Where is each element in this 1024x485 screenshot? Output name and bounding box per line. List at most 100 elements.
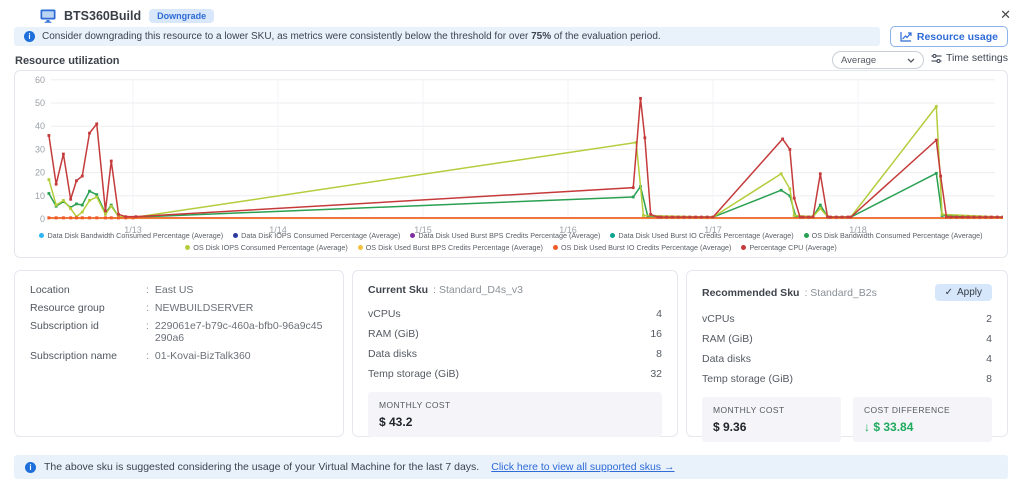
legend-dot-icon bbox=[610, 233, 616, 238]
detail-label: Subscription id bbox=[30, 320, 99, 332]
legend-label: Data Disk Bandwidth Consumed Percentage … bbox=[47, 231, 224, 240]
spec-value: 2 bbox=[986, 313, 992, 325]
detail-label: Location bbox=[30, 284, 70, 296]
legend-item[interactable]: OS Disk Used Burst IO Credits Percentage… bbox=[552, 243, 731, 252]
utilization-chart[interactable]: 01020304050601/13 1/14 1/15 1/16 1/17 1/18 bbox=[19, 75, 1003, 239]
chart-legend: Data Disk Bandwidth Consumed Percentage … bbox=[15, 231, 1007, 252]
spec-label: RAM (GiB) bbox=[702, 333, 753, 345]
recommended-sku-header: Recommended Sku : Standard_B2s ✓ Apply bbox=[702, 284, 992, 301]
legend-item[interactable]: OS Disk Bandwidth Consumed Percentage (A… bbox=[803, 231, 983, 240]
colon: : bbox=[146, 284, 149, 296]
cost-difference-box: COST DIFFERENCE ↓ $ 33.84 bbox=[853, 397, 992, 442]
monthly-cost-box: MONTHLY COST $ 9.36 bbox=[702, 397, 841, 442]
svg-text:60: 60 bbox=[35, 75, 45, 85]
view-supported-skus-link[interactable]: Click here to view all supported skus → bbox=[491, 461, 674, 473]
legend-dot-icon bbox=[39, 233, 45, 238]
apply-button[interactable]: ✓ Apply bbox=[934, 284, 992, 301]
detail-value: NEWBUILDSERVER bbox=[154, 302, 254, 314]
spec-value: 4 bbox=[986, 333, 992, 345]
close-icon[interactable]: ✕ bbox=[1000, 8, 1011, 21]
legend-item[interactable]: Data Disk Bandwidth Consumed Percentage … bbox=[39, 231, 223, 240]
detail-value: 01-Kovai-BizTalk360 bbox=[154, 350, 251, 362]
spec-row: Temp storage (GiB) 32 bbox=[368, 368, 662, 380]
resource-usage-button[interactable]: Resource usage bbox=[889, 26, 1008, 47]
legend-label: Percentage CPU (Average) bbox=[749, 243, 837, 252]
legend-dot-icon bbox=[185, 245, 191, 250]
spec-value: 8 bbox=[986, 373, 992, 385]
check-icon: ✓ bbox=[944, 287, 953, 298]
current-sku-card: Current Sku : Standard_D4s_v3 vCPUs 4 RAM… bbox=[352, 270, 678, 437]
window-header: BTS360Build Downgrade bbox=[40, 9, 215, 23]
spec-label: vCPUs bbox=[368, 308, 401, 320]
resource-details-card: Location : East US Resource group : NEWB… bbox=[14, 270, 344, 437]
legend-dot-icon bbox=[741, 245, 747, 250]
alert-text: Consider downgrading this resource to a … bbox=[42, 31, 661, 42]
spec-value: 4 bbox=[986, 353, 992, 365]
recommended-cost-row: MONTHLY COST $ 9.36 COST DIFFERENCE ↓ $ … bbox=[702, 397, 992, 442]
spec-label: Data disks bbox=[368, 348, 418, 360]
spec-label: Temp storage (GiB) bbox=[702, 373, 794, 385]
detail-row-subscription-id: Subscription id : 229061e7-b79c-460a-bfb… bbox=[30, 320, 328, 344]
apply-label: Apply bbox=[956, 287, 982, 298]
tune-sliders-icon bbox=[931, 53, 942, 64]
monthly-cost-value: $ 43.2 bbox=[379, 415, 413, 429]
legend-item[interactable]: Data Disk Used Burst IO Credits Percenta… bbox=[610, 231, 794, 240]
legend-label: Data Disk Used Burst IO Credits Percenta… bbox=[618, 231, 794, 240]
legend-label: OS Disk Used Burst BPS Credits Percentag… bbox=[365, 243, 543, 252]
recommended-sku-card: Recommended Sku : Standard_B2s ✓ Apply v… bbox=[686, 270, 1008, 442]
spec-label: RAM (GiB) bbox=[368, 328, 419, 340]
recommended-sku-title: Recommended Sku bbox=[702, 286, 800, 299]
current-sku-specs: vCPUs 4 RAM (GiB) 16 Data disks 8 Temp stor… bbox=[368, 308, 662, 380]
spec-row: RAM (GiB) 4 bbox=[702, 333, 992, 345]
spec-row: RAM (GiB) 16 bbox=[368, 328, 662, 340]
legend-item[interactable]: Data Disk Used Burst BPS Credits Percent… bbox=[410, 231, 600, 240]
cost-difference-value: ↓ $ 33.84 bbox=[864, 420, 914, 434]
spec-row: Temp storage (GiB) 8 bbox=[702, 373, 992, 385]
downgrade-alert-banner: i Consider downgrading this resource to … bbox=[14, 27, 880, 46]
svg-text:30: 30 bbox=[35, 144, 45, 154]
spec-row: Data disks 4 bbox=[702, 353, 992, 365]
down-arrow-icon: ↓ bbox=[864, 420, 870, 434]
spec-value: 32 bbox=[650, 368, 662, 380]
colon: : bbox=[146, 350, 149, 362]
aggregation-select[interactable]: Average bbox=[832, 51, 924, 69]
legend-item[interactable]: OS Disk Used Burst BPS Credits Percentag… bbox=[357, 243, 543, 252]
monthly-cost-value: $ 9.36 bbox=[713, 420, 747, 434]
detail-label: Subscription name bbox=[30, 350, 117, 362]
legend-dot-icon bbox=[233, 233, 239, 238]
spec-row: vCPUs 4 bbox=[368, 308, 662, 320]
spec-row: vCPUs 2 bbox=[702, 313, 992, 325]
vm-monitor-icon bbox=[40, 9, 56, 23]
spec-row: Data disks 8 bbox=[368, 348, 662, 360]
info-icon: i bbox=[24, 31, 35, 42]
current-cost-row: MONTHLY COST $ 43.2 bbox=[368, 392, 662, 437]
resource-usage-label: Resource usage bbox=[916, 30, 998, 43]
legend-item[interactable]: Data Disk IOPS Consumed Percentage (Aver… bbox=[233, 231, 400, 240]
downgrade-badge: Downgrade bbox=[149, 9, 215, 23]
svg-text:50: 50 bbox=[35, 98, 45, 108]
legend-label: OS Disk Bandwidth Consumed Percentage (A… bbox=[811, 231, 983, 240]
aggregation-selected-value: Average bbox=[841, 54, 877, 66]
spec-value: 16 bbox=[650, 328, 662, 340]
info-icon: i bbox=[25, 461, 36, 473]
legend-item[interactable]: OS Disk IOPS Consumed Percentage (Averag… bbox=[185, 243, 348, 252]
current-sku-name: : Standard_D4s_v3 bbox=[433, 284, 523, 296]
colon: : bbox=[146, 302, 149, 314]
time-settings-button[interactable]: Time settings bbox=[931, 52, 1008, 64]
monthly-cost-label: MONTHLY COST bbox=[379, 400, 451, 410]
cost-difference-label: COST DIFFERENCE bbox=[864, 405, 951, 415]
legend-dot-icon bbox=[803, 233, 809, 238]
legend-item[interactable]: Percentage CPU (Average) bbox=[741, 243, 837, 252]
spec-label: Temp storage (GiB) bbox=[368, 368, 460, 380]
footer-text: The above sku is suggested considering t… bbox=[44, 461, 480, 473]
legend-dot-icon bbox=[552, 245, 558, 250]
time-settings-label: Time settings bbox=[945, 52, 1008, 64]
section-title: Resource utilization bbox=[15, 55, 120, 67]
utilization-chart-card: 0 10 20 30 40 50 60 1/13 1/14 1/15 1/16 1/17 1/18 Da… bbox=[14, 70, 1008, 258]
spec-value: 4 bbox=[656, 308, 662, 320]
recommended-sku-specs: vCPUs 2 RAM (GiB) 4 Data disks 4 Temp stora… bbox=[702, 313, 992, 385]
legend-label: OS Disk IOPS Consumed Percentage (Averag… bbox=[193, 243, 348, 252]
chevron-down-icon bbox=[907, 58, 915, 63]
legend-dot-icon bbox=[357, 245, 363, 250]
colon: : bbox=[146, 320, 149, 332]
